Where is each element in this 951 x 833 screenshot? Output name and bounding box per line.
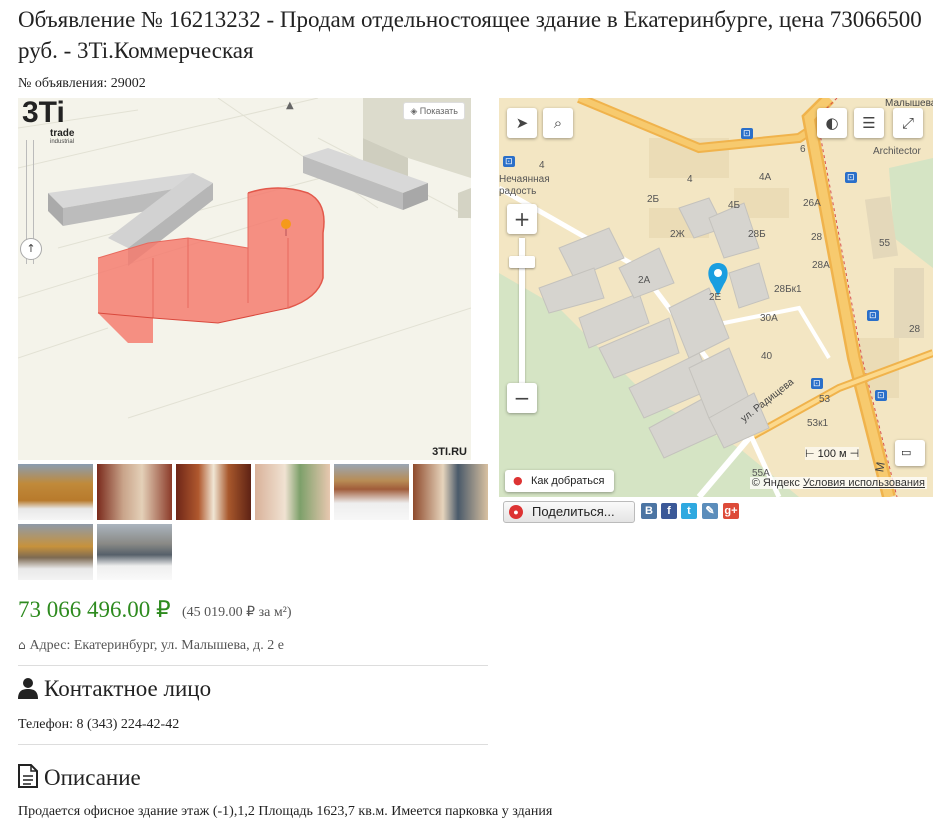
divider bbox=[18, 744, 488, 745]
bus-stop-icon[interactable]: ⊡ bbox=[845, 172, 857, 183]
map-search-button[interactable]: ⌕ bbox=[543, 108, 573, 138]
compass-icon[interactable]: ↑ bbox=[20, 238, 42, 260]
house-number: 2Е bbox=[709, 292, 722, 303]
map-scale: ⊢ 100 м ⊣ bbox=[805, 447, 860, 460]
building-3d-view[interactable]: 3Ti trade industrial ▲ ◈ Показать ↑ 3TI.… bbox=[18, 98, 471, 460]
house-number: 53к1 bbox=[807, 418, 829, 429]
layers-icon: ☰ bbox=[862, 114, 876, 132]
price: 73 066 496.00 ₽ bbox=[18, 597, 171, 622]
bus-stop-icon[interactable]: ⊡ bbox=[741, 128, 753, 139]
divider bbox=[18, 665, 488, 666]
contact-heading: Контактное лицо bbox=[18, 676, 211, 705]
house-number: 28 bbox=[909, 324, 921, 335]
thumbnail-1[interactable] bbox=[18, 464, 93, 520]
route-button[interactable]: ● Как добраться bbox=[505, 470, 615, 492]
house-number: 55 bbox=[879, 238, 891, 249]
yandex-map[interactable]: Нечаянная радость Architector ул. Радище… bbox=[499, 98, 933, 497]
navigation-arrow-icon: ➤ bbox=[515, 114, 529, 132]
layers-button[interactable]: ☰ bbox=[854, 108, 884, 138]
architector-label: Architector bbox=[873, 146, 921, 157]
description-text: Продается офисное здание этаж (-1),1,2 П… bbox=[18, 804, 553, 819]
thumbnail-7[interactable] bbox=[18, 524, 93, 580]
thumbnail-4[interactable] bbox=[255, 464, 330, 520]
house-number: 4 bbox=[539, 160, 545, 171]
bus-stop-icon[interactable]: ⊡ bbox=[503, 156, 515, 167]
thumbnail-8[interactable] bbox=[97, 524, 172, 580]
home-icon: ⌂ bbox=[18, 638, 30, 652]
thumbnail-6[interactable] bbox=[413, 464, 488, 520]
house-number: 28Бк1 bbox=[774, 284, 802, 295]
vk-icon[interactable]: B bbox=[641, 503, 657, 519]
page-title: Объявление № 16213232 - Продам отдельнос… bbox=[18, 7, 922, 63]
house-number: 28 bbox=[811, 232, 823, 243]
expand-icon: ⤢ bbox=[901, 114, 914, 132]
layers-icon: ◈ bbox=[410, 106, 420, 116]
twitter-icon[interactable]: t bbox=[681, 503, 697, 519]
map-copyright: © Яндекс Условия использования bbox=[749, 477, 927, 489]
house-number: 6 bbox=[800, 144, 806, 155]
thumbnail-3[interactable] bbox=[176, 464, 251, 520]
house-number: 28А bbox=[812, 260, 830, 271]
zoom-out-button[interactable]: − bbox=[507, 383, 537, 413]
thumbnail-5[interactable] bbox=[334, 464, 409, 520]
terms-link[interactable]: Условия использования bbox=[803, 477, 925, 489]
facebook-icon[interactable]: f bbox=[661, 503, 677, 519]
phone: Телефон: 8 (343) 224-42-42 bbox=[18, 717, 180, 732]
traffic-button[interactable]: ◐ bbox=[817, 108, 847, 138]
house-number: 4А bbox=[759, 172, 772, 183]
plus-icon: + bbox=[513, 207, 531, 231]
share-icon: ● bbox=[509, 505, 523, 519]
zoom-in-button[interactable]: + bbox=[507, 204, 537, 234]
ruler-button[interactable]: ▭ bbox=[895, 440, 925, 466]
house-number: 30А bbox=[760, 313, 778, 324]
up-arrow-icon[interactable]: ▲ bbox=[286, 100, 294, 111]
google-plus-icon[interactable]: g+ bbox=[723, 503, 739, 519]
address: ⌂ Адрес: Екатеринбург, ул. Малышева, д. … bbox=[18, 638, 284, 653]
geolocation-button[interactable]: ➤ bbox=[507, 108, 537, 138]
description-heading: Описание bbox=[18, 764, 141, 794]
bus-stop-icon[interactable]: ⊡ bbox=[867, 310, 879, 321]
ruler-icon: ▭ bbox=[901, 446, 912, 459]
search-icon: ⌕ bbox=[553, 114, 563, 132]
house-number: 28Б bbox=[748, 229, 766, 240]
house-number: 40 bbox=[761, 351, 773, 362]
share-button[interactable]: ● Поделиться... bbox=[503, 501, 635, 523]
house-number: 26А bbox=[803, 198, 821, 209]
ad-number: № объявления: 29002 bbox=[18, 76, 146, 91]
bus-stop-icon[interactable]: ⊡ bbox=[875, 390, 887, 401]
minus-icon: − bbox=[513, 386, 531, 410]
house-number: 4Б bbox=[728, 200, 741, 211]
fullscreen-button[interactable]: ⤢ bbox=[893, 108, 923, 138]
house-number: 2Ж bbox=[670, 229, 685, 240]
show-button[interactable]: ◈ Показать bbox=[403, 102, 465, 120]
house-number: 2А bbox=[638, 275, 651, 286]
user-icon bbox=[18, 677, 38, 705]
house-number: 53 bbox=[819, 394, 831, 405]
bus-stop-icon[interactable]: ⊡ bbox=[811, 378, 823, 389]
house-number: 4 bbox=[687, 174, 693, 185]
traffic-icon: ◐ bbox=[825, 114, 839, 132]
house-number: 2Б bbox=[647, 194, 660, 205]
livejournal-icon[interactable]: ✎ bbox=[702, 503, 718, 519]
price-per-sqm: (45 019.00 ₽ за м²) bbox=[182, 605, 292, 620]
pin-icon: ● bbox=[513, 474, 523, 487]
watermark: 3TI.RU bbox=[432, 446, 467, 458]
station-label: Нечаянная радость bbox=[499, 174, 550, 197]
thumbnail-2[interactable] bbox=[97, 464, 172, 520]
document-icon bbox=[18, 764, 38, 794]
zoom-slider-handle[interactable] bbox=[509, 256, 535, 268]
